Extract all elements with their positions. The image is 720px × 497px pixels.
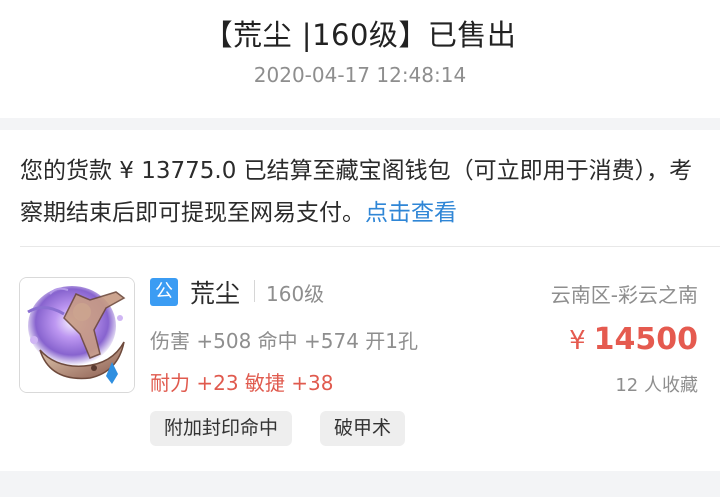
server-region: 云南区-彩云之南 (550, 283, 698, 307)
currency-symbol: ¥ (569, 326, 586, 356)
header-section: 【荒尘 |160级】已售出 2020-04-17 12:48:14 (0, 0, 720, 118)
name-level-divider (254, 280, 255, 302)
item-name[interactable]: 荒尘 (190, 274, 240, 310)
skill-tag: 附加封印命中 (150, 411, 293, 446)
divider (20, 246, 720, 247)
secondary-stats: 耐力 +23 敏捷 +38 (150, 371, 334, 395)
settlement-notice: 您的货款 ¥ 13775.0 已结算至藏宝阁钱包（可立即用于消费），考察期结束后… (20, 150, 706, 234)
page-title: 【荒尘 |160级】已售出 (203, 18, 517, 52)
skill-tag: 破甲术 (320, 411, 406, 446)
item-thumbnail[interactable] (19, 277, 135, 393)
public-badge: 公 (150, 278, 178, 306)
favorites-count: 12 人收藏 (615, 375, 698, 396)
view-details-link[interactable]: 点击查看 (365, 200, 457, 226)
price-value: 14500 (593, 322, 698, 357)
notice-text: 您的货款 ¥ 13775.0 已结算至藏宝阁钱包（可立即用于消费），考察期结束后… (20, 158, 693, 226)
item-price: ¥14500 (569, 322, 698, 357)
moon-wing-weapon-icon (20, 278, 134, 392)
item-level: 160级 (266, 282, 325, 306)
primary-stats: 伤害 +508 命中 +574 开1孔 (150, 329, 419, 353)
sold-timestamp: 2020-04-17 12:48:14 (253, 63, 467, 87)
